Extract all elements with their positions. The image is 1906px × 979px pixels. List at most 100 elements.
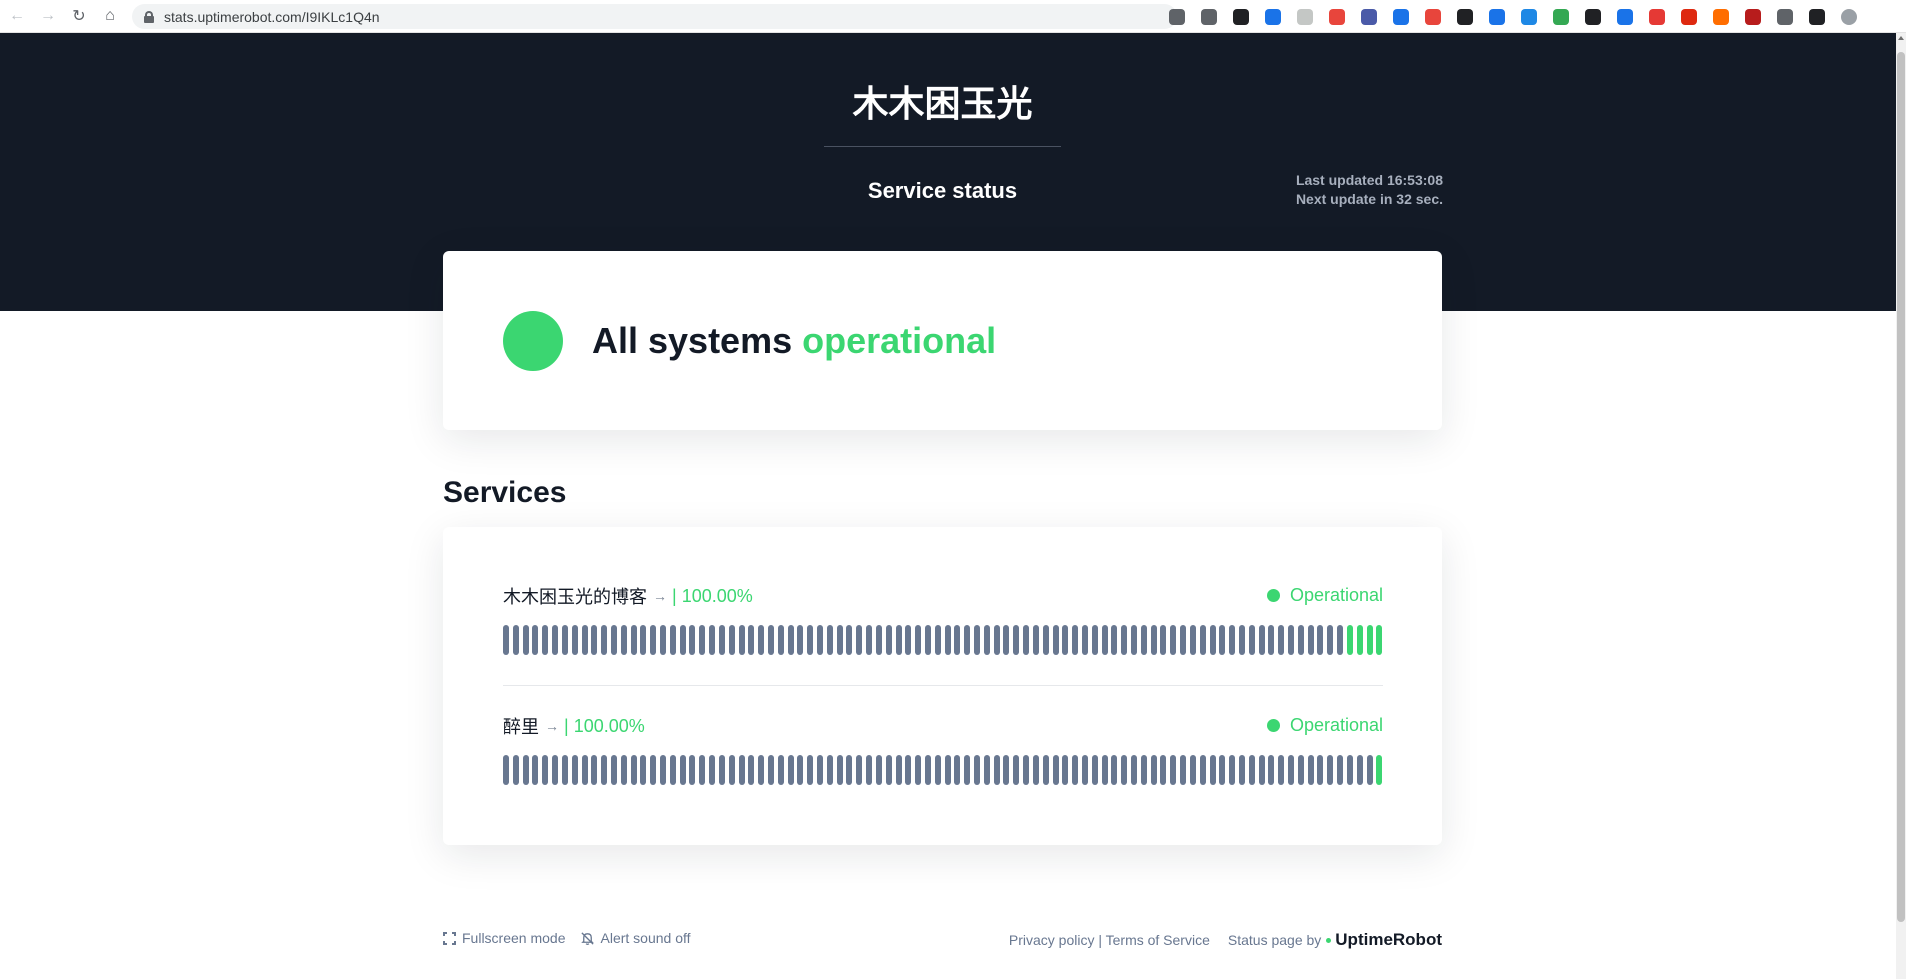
uptime-bar[interactable] [601, 755, 608, 785]
uptime-bar[interactable] [1081, 625, 1088, 655]
uptime-bar[interactable] [767, 755, 774, 785]
uptime-bar[interactable] [1229, 625, 1236, 655]
back-icon[interactable]: ← [3, 2, 31, 30]
uptime-bar[interactable] [875, 755, 882, 785]
uptime-bar[interactable] [1003, 625, 1010, 655]
uptime-bar[interactable] [532, 755, 539, 785]
arrow-right-icon[interactable]: → [653, 588, 667, 604]
uptime-bar[interactable] [1150, 625, 1157, 655]
uptime-bar[interactable] [924, 755, 931, 785]
uptime-bar[interactable] [1199, 625, 1206, 655]
uptime-bar[interactable] [1189, 755, 1196, 785]
onedrive-icon[interactable] [1517, 5, 1541, 29]
uptime-bar[interactable] [1238, 755, 1245, 785]
uptime-bar[interactable] [709, 625, 716, 655]
uptime-bar[interactable] [856, 755, 863, 785]
uptime-bar[interactable] [924, 625, 931, 655]
uptime-bar[interactable] [1091, 755, 1098, 785]
uptime-bar[interactable] [1219, 755, 1226, 785]
uptime-bar[interactable] [1150, 755, 1157, 785]
uptime-bar[interactable] [630, 755, 637, 785]
uptime-bar[interactable] [748, 625, 755, 655]
uptime-bar[interactable] [1081, 755, 1088, 785]
uptime-bar[interactable] [1346, 755, 1353, 785]
uptime-bar[interactable] [503, 755, 509, 785]
uptime-bar[interactable] [718, 625, 725, 655]
uptime-bar[interactable] [1317, 625, 1324, 655]
uptime-bar[interactable] [964, 625, 971, 655]
uptime-bar[interactable] [836, 755, 843, 785]
edge-icon[interactable] [1261, 5, 1285, 29]
profile-icon[interactable] [1837, 5, 1861, 29]
uptime-bar[interactable] [1170, 625, 1177, 655]
uptime-bar[interactable] [866, 625, 873, 655]
sidebar-icon[interactable] [1805, 5, 1829, 29]
uptime-bar[interactable] [1111, 625, 1118, 655]
globe-icon[interactable] [1549, 5, 1573, 29]
uptime-bar[interactable] [620, 755, 627, 785]
abp-icon[interactable] [1325, 5, 1349, 29]
bolt-icon[interactable] [1485, 5, 1509, 29]
stack-icon[interactable] [1709, 5, 1733, 29]
uptime-bar[interactable] [1376, 755, 1383, 785]
uptime-bar[interactable] [561, 755, 568, 785]
uptime-bar[interactable] [1288, 625, 1294, 655]
uptime-bar[interactable] [1023, 625, 1030, 655]
uptime-bar[interactable] [1337, 755, 1344, 785]
uptime-bar[interactable] [1376, 625, 1383, 655]
uptime-bar[interactable] [1032, 755, 1039, 785]
uptime-bar[interactable] [1288, 755, 1294, 785]
uptime-bar[interactable] [1297, 755, 1304, 785]
uptime-bar[interactable] [630, 625, 637, 655]
uptime-bar[interactable] [797, 755, 804, 785]
uptime-bar[interactable] [905, 625, 912, 655]
uptime-bar[interactable] [1327, 625, 1334, 655]
flag-icon[interactable] [1677, 5, 1701, 29]
uptime-bar[interactable] [1356, 755, 1363, 785]
uptime-bar[interactable] [738, 625, 745, 655]
uptime-bar[interactable] [1346, 625, 1353, 655]
uptime-bar[interactable] [1013, 625, 1020, 655]
uptime-bar[interactable] [1140, 755, 1147, 785]
uptime-bar[interactable] [1189, 625, 1196, 655]
uptime-bar[interactable] [1170, 755, 1177, 785]
scroll-up-arrow-icon[interactable] [1898, 36, 1904, 40]
uptime-bar[interactable] [1356, 625, 1363, 655]
uptime-bar[interactable] [669, 755, 676, 785]
uptime-bar[interactable] [817, 755, 823, 785]
uptime-bar[interactable] [699, 755, 706, 785]
uptime-bar[interactable] [689, 755, 696, 785]
uptime-bar[interactable] [1307, 755, 1314, 785]
uptime-bar[interactable] [885, 625, 892, 655]
uptime-bar[interactable] [934, 755, 941, 785]
service-name[interactable]: 木木困玉光的博客 [503, 583, 647, 609]
notion-icon[interactable] [1453, 5, 1477, 29]
uptime-bar[interactable] [1209, 625, 1216, 655]
uptime-bar[interactable] [1131, 625, 1137, 655]
uptime-bar[interactable] [1121, 625, 1128, 655]
uptime-bar[interactable] [1307, 625, 1314, 655]
share-icon[interactable] [1197, 5, 1221, 29]
uptime-bar[interactable] [1258, 625, 1265, 655]
uptime-bar[interactable] [1101, 755, 1108, 785]
uptime-bar[interactable] [738, 755, 745, 785]
uptime-bar[interactable] [542, 755, 549, 785]
uptime-bar[interactable] [1091, 625, 1098, 655]
uptime-bar[interactable] [581, 755, 588, 785]
uptime-bar[interactable] [885, 755, 892, 785]
uptime-bar[interactable] [915, 625, 922, 655]
uptime-bar[interactable] [846, 625, 853, 655]
uptime-bar[interactable] [503, 625, 509, 655]
uptime-bar[interactable] [954, 625, 961, 655]
uptime-bar[interactable] [964, 755, 971, 785]
uptime-bar[interactable] [1023, 755, 1030, 785]
uptime-bar[interactable] [817, 625, 823, 655]
uptime-bar[interactable] [728, 755, 735, 785]
uptime-bar[interactable] [1180, 625, 1187, 655]
uptime-bar[interactable] [1072, 625, 1079, 655]
uptime-bar[interactable] [532, 625, 539, 655]
list-icon[interactable] [1645, 5, 1669, 29]
home-icon[interactable]: ⌂ [96, 2, 124, 30]
alert-sound-button[interactable]: Alert sound off [580, 930, 691, 946]
uptime-bar[interactable] [571, 625, 578, 655]
